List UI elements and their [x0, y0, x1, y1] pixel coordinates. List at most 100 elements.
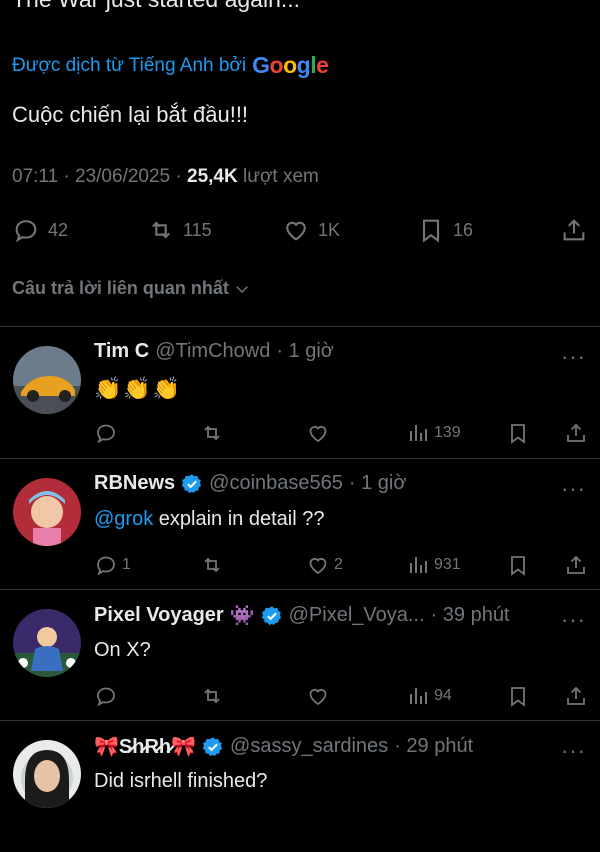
- view-count: 25,4K: [187, 166, 238, 187]
- chevron-down-icon: [236, 285, 248, 293]
- divider: [0, 720, 600, 721]
- reply-item[interactable]: RBNews @coinbase565 · 1 giờ ··· @grok ex…: [0, 460, 600, 590]
- reply-time: · 39 phút: [430, 604, 510, 626]
- reply-action-bar: 1 2 931: [94, 550, 588, 580]
- reply-icon: [97, 556, 115, 576]
- more-options-button[interactable]: ···: [561, 607, 586, 633]
- avatar[interactable]: [13, 346, 81, 414]
- reply-button[interactable]: 42: [12, 216, 147, 244]
- translation-label: Được dịch từ Tiếng Anh bởi: [12, 54, 247, 76]
- share-button[interactable]: [560, 216, 588, 244]
- reply-button[interactable]: [94, 684, 200, 708]
- author-handle[interactable]: @sassy_sardines: [230, 735, 388, 758]
- verified-badge-icon: [202, 736, 223, 756]
- views-button[interactable]: 931: [406, 553, 506, 577]
- bookmark-button[interactable]: 16: [417, 216, 537, 244]
- mention-link[interactable]: @grok: [94, 508, 153, 530]
- reply-item[interactable]: 🎀S̷h̷R̷h̷🎀 @sassy_sardines · 29 phút ···…: [0, 722, 600, 852]
- view-label: lượt xem: [243, 166, 319, 187]
- views-button[interactable]: 94: [406, 684, 506, 708]
- share-button[interactable]: [564, 684, 588, 708]
- author-name[interactable]: Tim C: [94, 340, 149, 363]
- divider: [0, 326, 600, 327]
- avatar[interactable]: [13, 609, 81, 677]
- repost-button[interactable]: 115: [147, 216, 282, 244]
- author-name[interactable]: RBNews: [94, 472, 175, 495]
- repost-button[interactable]: [200, 553, 306, 577]
- like-button[interactable]: [306, 684, 406, 708]
- share-icon: [567, 555, 585, 574]
- reply-icon: [97, 687, 115, 707]
- repost-icon: [204, 557, 220, 573]
- reply-count: 1: [122, 556, 131, 573]
- heart-icon: [309, 558, 327, 575]
- divider: [0, 589, 600, 590]
- reply-time: · 1 giờ: [348, 472, 407, 494]
- bookmark-icon: [511, 687, 525, 707]
- reply-text: Did isrhell finished?: [94, 770, 268, 792]
- repost-count: 115: [183, 219, 212, 240]
- reply-icon: [97, 424, 115, 444]
- reply-time: · 29 phút: [394, 735, 474, 757]
- avatar[interactable]: [13, 478, 81, 546]
- reply-button[interactable]: [94, 421, 200, 445]
- bookmark-button[interactable]: [506, 553, 556, 577]
- verified-badge-icon: [181, 473, 202, 493]
- reply-header: 🎀S̷h̷R̷h̷🎀 @sassy_sardines · 29 phút: [94, 734, 540, 759]
- repost-icon: [204, 425, 220, 441]
- views-button[interactable]: 139: [406, 421, 506, 445]
- bookmark-icon: [422, 219, 440, 243]
- like-button[interactable]: 1K: [282, 216, 417, 244]
- verified-badge-icon: [261, 605, 281, 625]
- author-name[interactable]: Pixel Voyager: [94, 604, 224, 627]
- reply-button[interactable]: 1: [94, 553, 200, 577]
- divider: [0, 458, 600, 459]
- reply-text: On X?: [94, 639, 151, 661]
- reply-item[interactable]: Pixel Voyager 👾 @Pixel_Voya... · 39 phút…: [0, 591, 600, 721]
- avatar[interactable]: [13, 740, 81, 808]
- like-button[interactable]: 2: [306, 553, 406, 577]
- reply-text: 👏👏👏: [94, 376, 183, 401]
- like-button[interactable]: [306, 421, 406, 445]
- more-options-button[interactable]: ···: [561, 476, 586, 502]
- share-icon: [567, 686, 585, 705]
- author-handle[interactable]: @TimChowd: [155, 340, 270, 363]
- repost-button[interactable]: [200, 684, 306, 708]
- share-button[interactable]: [564, 553, 588, 577]
- share-icon: [563, 219, 585, 241]
- reply-count: 42: [48, 219, 69, 240]
- translated-post-text: Cuộc chiến lại bắt đầu!!!: [12, 102, 249, 127]
- post-action-bar: 42 115 1K 16: [12, 212, 588, 248]
- like-count: 1K: [318, 219, 341, 240]
- heart-icon: [309, 689, 327, 706]
- reply-action-bar: 139: [94, 418, 588, 448]
- bookmark-icon: [511, 556, 525, 576]
- share-button[interactable]: [564, 421, 588, 445]
- more-options-button[interactable]: ···: [561, 738, 586, 764]
- post-timestamp: 07:11 · 23/06/2025 ·: [12, 166, 182, 187]
- view-count: 931: [434, 556, 461, 573]
- bookmark-button[interactable]: [506, 421, 556, 445]
- post-meta: 07:11 · 23/06/2025 · 25,4K lượt xem: [12, 166, 319, 188]
- reply-header: Tim C @TimChowd · 1 giờ: [94, 340, 540, 363]
- like-count: 2: [334, 556, 343, 573]
- author-handle[interactable]: @coinbase565: [209, 472, 343, 495]
- translation-notice[interactable]: Được dịch từ Tiếng Anh bởi Google: [12, 52, 329, 79]
- heart-icon: [309, 426, 327, 443]
- reply-header: Pixel Voyager 👾 @Pixel_Voya... · 39 phút: [94, 603, 540, 628]
- author-name[interactable]: 🎀S̷h̷R̷h̷🎀: [94, 734, 196, 759]
- repost-icon: [204, 688, 220, 704]
- author-handle[interactable]: @Pixel_Voya...: [289, 604, 425, 627]
- reply-sort-label: Câu trả lời liên quan nhất: [12, 278, 229, 298]
- repost-icon: [152, 221, 170, 239]
- reply-text: @grok explain in detail ??: [94, 508, 325, 530]
- view-count: 94: [434, 687, 452, 704]
- reply-item[interactable]: Tim C @TimChowd · 1 giờ ··· 👏👏👏 139: [0, 328, 600, 458]
- reply-action-bar: 94: [94, 681, 588, 711]
- reply-time: · 1 giờ: [276, 340, 334, 362]
- more-options-button[interactable]: ···: [561, 344, 586, 370]
- repost-button[interactable]: [200, 421, 306, 445]
- bookmark-button[interactable]: [506, 684, 556, 708]
- analytics-icon: [410, 688, 427, 704]
- reply-sort-selector[interactable]: Câu trả lời liên quan nhất: [12, 278, 251, 299]
